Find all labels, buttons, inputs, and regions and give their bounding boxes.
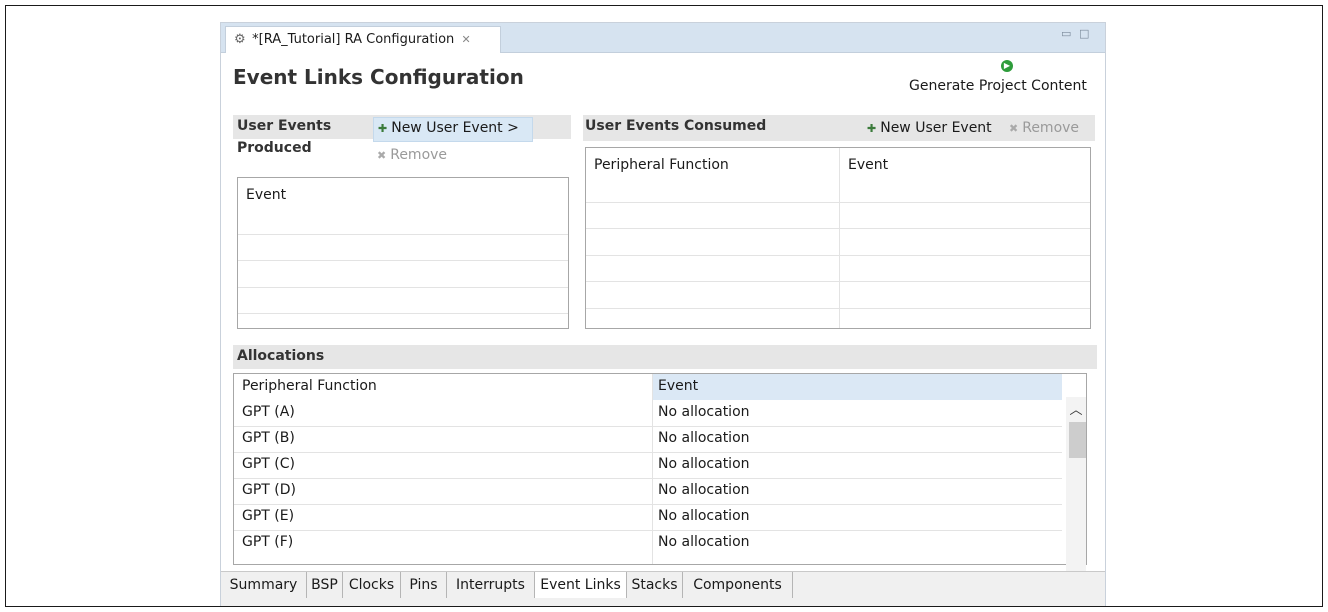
alloc-event: No allocation [658,430,750,446]
tab-interrupts[interactable]: Interrupts [447,572,535,598]
scroll-thumb[interactable] [1069,422,1086,458]
row-divider [238,234,568,235]
new-event-icon: ✚ [867,122,877,135]
generate-project-content-button[interactable]: Generate Project Content [909,78,1087,94]
alloc-column-peripheral-function: Peripheral Function [242,378,377,394]
allocations-header: Allocations [233,345,1097,369]
allocations-title: Allocations [237,348,325,364]
tab-clocks[interactable]: Clocks [343,572,401,598]
alloc-event: No allocation [658,508,750,524]
new-user-event-produced-label: New User Event > [391,120,519,136]
produced-column-event: Event [246,187,287,203]
table-row[interactable]: GPT (C) No allocation [234,452,1062,478]
user-events-produced-title-line2-wrap: Produced [233,139,357,163]
user-events-produced-table[interactable]: Event [237,177,569,329]
tab-bsp[interactable]: BSP [307,572,343,598]
allocations-header-row: Peripheral Function Event [234,374,1062,400]
allocations-scrollbar[interactable]: ︿ ﹀ [1066,397,1086,589]
close-icon[interactable]: ✕ [461,33,470,46]
consumed-column-event: Event [848,157,889,173]
table-row[interactable]: GPT (E) No allocation [234,504,1062,530]
alloc-column-event[interactable]: Event [658,378,698,394]
editor-tab[interactable]: ⚙ *[RA_Tutorial] RA Configuration ✕ [225,26,501,53]
tab-pins[interactable]: Pins [401,572,447,598]
consumed-column-peripheral-function: Peripheral Function [594,157,729,173]
remove-produced-button[interactable]: ✖ Remove [377,147,447,163]
user-events-produced-title-line1: User Events [237,118,332,134]
alloc-peripheral: GPT (F) [242,534,294,550]
alloc-event: No allocation [658,456,750,472]
alloc-event-header-bg [652,374,1062,400]
remove-icon: ✖ [377,149,387,162]
alloc-peripheral: GPT (A) [242,404,295,420]
tab-components[interactable]: Components [683,572,793,598]
alloc-event: No allocation [658,404,750,420]
remove-consumed-button[interactable]: ✖ Remove [1009,120,1079,136]
tab-summary[interactable]: Summary [221,572,307,598]
user-events-consumed-table[interactable]: Peripheral Function Event [585,147,1091,329]
minimize-icon[interactable]: ▭ [1061,27,1071,40]
config-bottom-tabs: Summary BSP Clocks Pins Interrupts Event… [221,571,1105,606]
column-divider [839,148,840,328]
tab-stacks[interactable]: Stacks [627,572,683,598]
generate-icon[interactable]: ▶ [1001,60,1013,72]
alloc-peripheral: GPT (C) [242,456,295,472]
tab-event-links[interactable]: Event Links [535,572,627,598]
page-title: Event Links Configuration [233,65,524,89]
remove-icon: ✖ [1009,122,1019,135]
maximize-icon[interactable]: □ [1079,27,1089,40]
gear-icon: ⚙ [234,32,246,47]
row-divider [238,313,568,314]
alloc-event: No allocation [658,534,750,550]
new-user-event-produced-button[interactable]: ✚ New User Event > [373,117,533,142]
row-divider [586,308,1090,309]
alloc-event: No allocation [658,482,750,498]
editor-tab-title: *[RA_Tutorial] RA Configuration [252,32,455,47]
alloc-peripheral: GPT (D) [242,482,296,498]
row-divider [586,228,1090,229]
user-events-produced-title-line2: Produced [237,140,312,156]
row-divider [238,260,568,261]
row-divider [586,202,1090,203]
new-user-event-consumed-label: New User Event [880,120,992,136]
table-row[interactable]: GPT (D) No allocation [234,478,1062,504]
new-event-icon: ✚ [378,122,388,135]
remove-produced-label: Remove [390,147,448,163]
scroll-up-icon[interactable]: ︿ [1066,399,1086,418]
table-row[interactable]: GPT (B) No allocation [234,426,1062,452]
remove-consumed-label: Remove [1022,120,1080,136]
user-events-consumed-title: User Events Consumed [585,118,767,134]
allocations-table[interactable]: Peripheral Function Event GPT (A) No all… [233,373,1087,565]
table-row[interactable]: GPT (F) No allocation [234,530,1062,556]
row-divider [586,255,1090,256]
new-user-event-consumed-button[interactable]: ✚ New User Event [867,120,992,136]
editor-tabbar: ⚙ *[RA_Tutorial] RA Configuration ✕ ▭ □ [221,23,1105,53]
alloc-peripheral: GPT (E) [242,508,295,524]
row-divider [586,281,1090,282]
table-row[interactable]: GPT (A) No allocation [234,400,1062,426]
ra-configuration-editor: ⚙ *[RA_Tutorial] RA Configuration ✕ ▭ □ … [220,22,1106,606]
alloc-peripheral: GPT (B) [242,430,295,446]
row-divider [238,287,568,288]
